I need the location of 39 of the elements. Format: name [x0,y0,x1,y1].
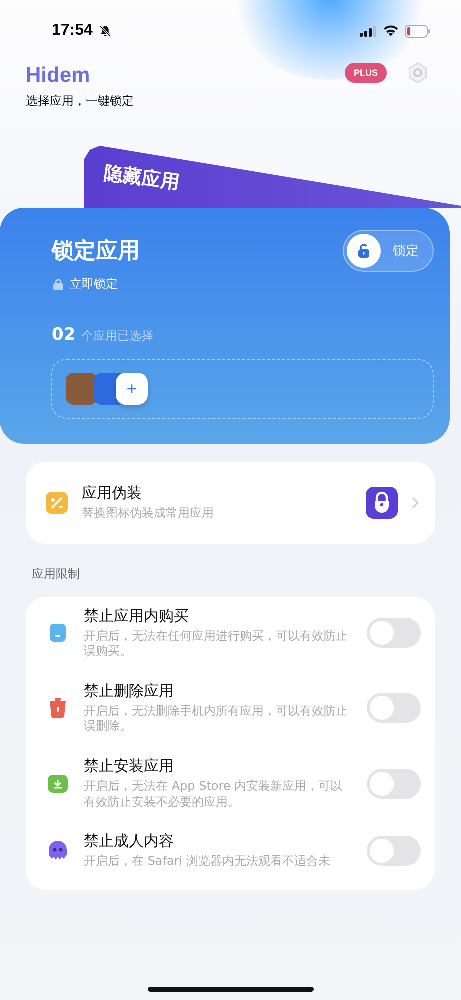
section-label: 应用限制 [32,566,81,583]
item-title: 禁止安装应用 [84,756,175,776]
item-description: 开启后，在 Safari 浏览器内无法观看不适合未 [84,854,332,870]
battery-icon [405,24,431,38]
toggle-switch[interactable] [367,693,421,724]
item-title: 禁止应用内购买 [84,606,190,626]
item-description: 开启后，无法在任何应用进行购买，可以有效防止误购买。 [84,628,349,660]
app-subtitle: 选择应用，一键锁定 [26,93,135,110]
item-title: 禁止成人内容 [84,832,175,852]
selected-count-label: 个应用已选择 [82,328,154,345]
add-app-button[interactable]: + [116,373,148,405]
lock-app-icon [366,486,398,519]
disguise-card[interactable]: 应用伪装 替换图标伪装成常用应用 [26,462,435,544]
lock-icon [356,243,372,259]
percent-icon [46,492,68,514]
lock-now-link[interactable]: 立即锁定 [52,276,118,293]
hidden-apps-card[interactable]: 隐藏应用 [84,146,461,208]
item-title: 应用伪装 [82,484,143,503]
item-description: 替换图标伪装成常用应用 [82,506,215,522]
item-title: 禁止删除应用 [84,682,175,701]
settings-icon[interactable] [407,62,429,84]
app-icon-placeholder [66,373,98,405]
lock-toggle[interactable]: 锁定 [343,230,434,272]
wifi-icon [383,25,399,37]
status-time: 17:54 [52,22,93,40]
plus-badge[interactable]: PLUS [344,63,387,83]
toggle-switch[interactable] [367,618,421,648]
lock-icon [52,278,65,291]
muted-bell-icon [98,24,112,38]
card-title: 锁定应用 [52,238,140,266]
chevron-right-icon [412,496,419,509]
app-logo-text: Hidem [26,64,92,88]
toggle-switch[interactable] [367,836,421,866]
selected-count: 02 [52,325,76,345]
toggle-switch[interactable] [367,768,421,799]
item-description: 开启后，无法在 App Store 内安装新应用，可以有效防止安装不必要的应用。 [84,778,344,810]
item-description: 开启后，无法删除手机内所有应用，可以有效防止误删除。 [84,704,349,735]
signal-icon [360,26,377,36]
card-title: 隐藏应用 [102,160,182,196]
